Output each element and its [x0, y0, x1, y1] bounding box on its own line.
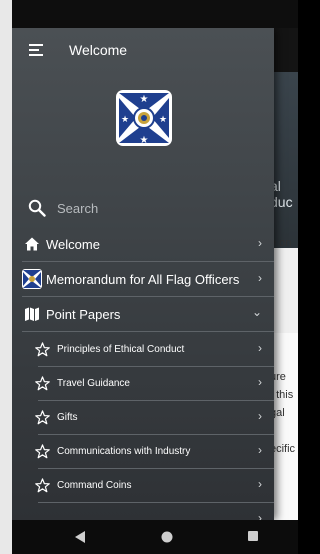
chevron-right-icon: ›: [258, 375, 262, 389]
chevron-right-icon: ›: [258, 443, 262, 457]
menu-item-welcome[interactable]: Welcome ›: [12, 228, 274, 262]
menu-item-label: Welcome: [46, 237, 100, 252]
map-icon: [25, 307, 39, 321]
back-triangle-icon[interactable]: [74, 530, 86, 544]
submenu-item-travel-guidance[interactable]: Travel Guidance ›: [12, 367, 274, 401]
star-outline-icon: [35, 444, 50, 459]
menu-item-label: Memorandum for All Flag Officers: [46, 272, 240, 287]
navigation-drawer: Welcome ★ ★ ★ ★ Search Welcome › Memoran…: [12, 28, 274, 520]
device-frame-edge: [0, 0, 12, 554]
home-circle-icon[interactable]: [160, 530, 174, 544]
drawer-header: Welcome: [12, 28, 274, 72]
status-bar: [12, 0, 298, 28]
submenu-item-label: Gifts: [57, 412, 78, 423]
menu-item-memorandum[interactable]: Memorandum for All Flag Officers ›: [12, 263, 274, 297]
page-title: Welcome: [69, 42, 128, 58]
hamburger-menu-icon[interactable]: [29, 44, 43, 56]
chevron-right-icon: ›: [258, 511, 262, 520]
chevron-down-icon: ⌄: [251, 305, 262, 319]
submenu-item-label: Command Coins: [57, 480, 132, 491]
svg-text:★: ★: [140, 135, 149, 146]
submenu-item-principles-of-ethical-conduct[interactable]: Principles of Ethical Conduct ›: [12, 333, 274, 367]
chevron-right-icon: ›: [258, 409, 262, 423]
divider: [22, 331, 274, 332]
menu-item-label: Point Papers: [46, 307, 121, 322]
chevron-right-icon: ›: [258, 341, 262, 355]
submenu-item-label: Communications with Industry: [57, 446, 191, 457]
home-icon: [25, 237, 39, 251]
system-navigation-bar: [12, 520, 298, 554]
recents-square-icon[interactable]: [247, 530, 259, 542]
star-outline-icon: [35, 342, 50, 357]
search-placeholder: Search: [57, 201, 99, 216]
star-outline-icon: [35, 478, 50, 493]
chevron-right-icon: ›: [258, 236, 262, 250]
phone-screen: al duc e on ure f this gal ecific Welcom…: [0, 0, 298, 554]
star-outline-icon: [35, 410, 50, 425]
svg-text:★: ★: [159, 115, 167, 125]
divider: [22, 261, 274, 262]
submenu-item-label: Travel Guidance: [57, 378, 130, 389]
submenu-item-label: Principles of Ethical Conduct: [57, 344, 185, 355]
submenu-item-command-coins[interactable]: Command Coins ›: [12, 469, 274, 503]
navy-flag-officer-emblem-icon: ★ ★ ★ ★: [116, 90, 172, 146]
background-card: [272, 333, 298, 523]
navy-emblem-small-icon: [22, 269, 42, 289]
submenu-item-partial[interactable]: ›: [12, 503, 274, 520]
submenu-item-gifts[interactable]: Gifts ›: [12, 401, 274, 435]
search-icon: [28, 199, 46, 217]
menu-item-point-papers[interactable]: Point Papers ⌄: [12, 298, 274, 332]
divider: [22, 296, 274, 297]
svg-text:★: ★: [140, 94, 149, 105]
search-field[interactable]: Search: [28, 196, 258, 222]
svg-text:★: ★: [121, 115, 129, 125]
chevron-right-icon: ›: [258, 271, 262, 285]
chevron-right-icon: ›: [258, 477, 262, 491]
star-outline-icon: [35, 376, 50, 391]
submenu-item-communications-with-industry[interactable]: Communications with Industry ›: [12, 435, 274, 469]
